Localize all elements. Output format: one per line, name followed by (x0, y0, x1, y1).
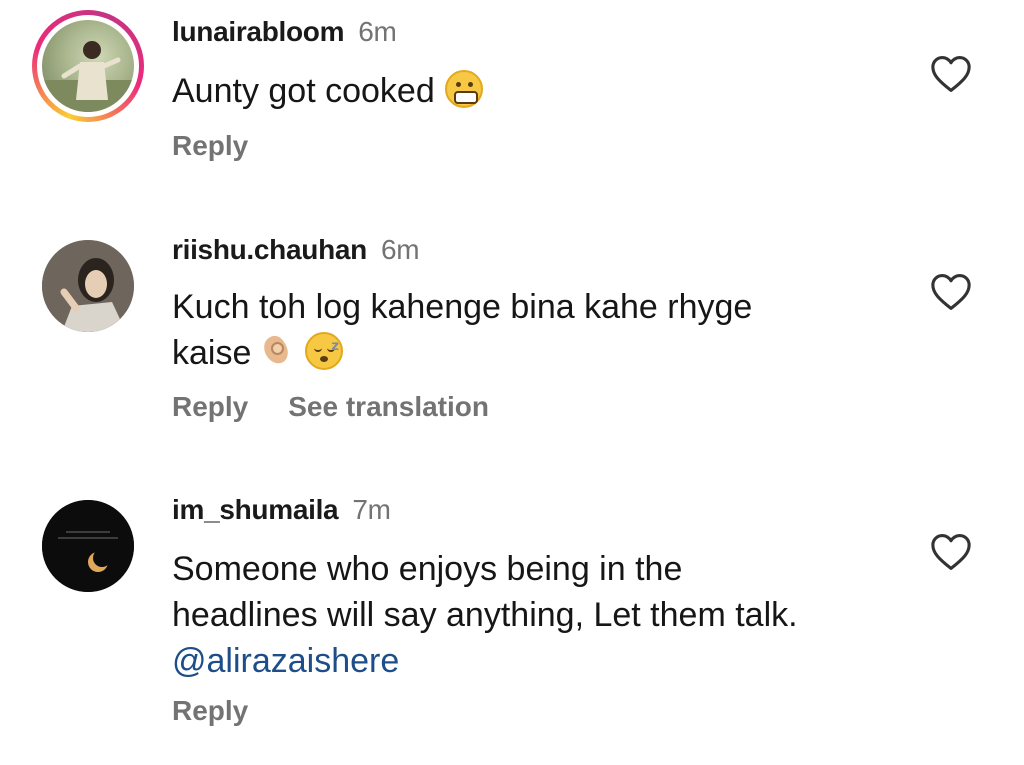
crescent-moon-icon (42, 500, 134, 592)
avatar[interactable] (32, 230, 144, 342)
comment-time: 6m (380, 234, 420, 265)
comment-text: Someone who enjoys being in the headline… (172, 546, 872, 684)
heart-icon[interactable] (930, 273, 972, 311)
avatar-image (42, 20, 134, 112)
pinched-fingers-emoji (261, 332, 295, 370)
see-translation-button[interactable]: See translation (288, 391, 489, 422)
heart-icon[interactable] (930, 55, 972, 93)
comment-username[interactable]: im_shumaila 7m (172, 494, 391, 526)
comment-actions: Reply See translation (172, 391, 529, 423)
avatar-photo-icon (42, 240, 134, 332)
reply-button[interactable]: Reply (172, 130, 248, 161)
comment-username[interactable]: riishu.chauhan 6m (172, 234, 420, 266)
comment-text: Kuch toh log kahenge bina kahe rhyge kai… (172, 288, 753, 372)
comment-username[interactable]: lunairabloom 6m (172, 16, 397, 48)
reply-button[interactable]: Reply (172, 391, 248, 422)
comment-time: 6m (358, 16, 397, 47)
sleeping-face-emoji: z (305, 332, 344, 370)
comment-text: Aunty got cooked (172, 68, 872, 114)
avatar[interactable] (32, 10, 144, 122)
comment-actions: Reply (172, 130, 288, 162)
comment-time: 7m (352, 494, 391, 525)
comment-actions: Reply (172, 695, 288, 727)
avatar[interactable] (32, 490, 144, 602)
reply-button[interactable]: Reply (172, 695, 248, 726)
mention-link[interactable]: @alirazaishere (172, 638, 872, 684)
avatar-image (42, 500, 134, 592)
avatar-photo-icon (42, 41, 134, 112)
avatar-image (42, 240, 134, 332)
grimacing-face-emoji (444, 70, 483, 108)
heart-icon[interactable] (930, 533, 972, 571)
